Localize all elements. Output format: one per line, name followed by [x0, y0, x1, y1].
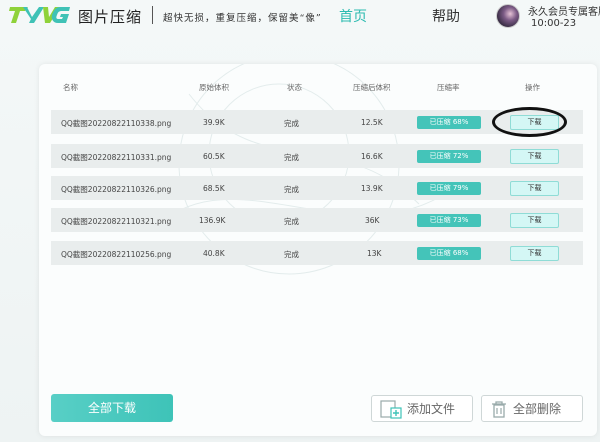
rate-badge: 已压缩 72%	[417, 150, 481, 163]
file-name: QQ截图20220822110326.png	[61, 185, 172, 194]
download-button[interactable]: 下载	[510, 181, 559, 196]
original-size: 136.9K	[199, 216, 226, 225]
file-name: QQ截图20220822110338.png	[61, 119, 172, 128]
compressed-size: 12.5K	[361, 118, 383, 127]
download-all-button[interactable]: 全部下载	[51, 394, 173, 422]
rate-badge: 已压缩 79%	[417, 182, 481, 195]
avatar[interactable]	[496, 4, 520, 28]
rate-badge: 已压缩 73%	[417, 214, 481, 227]
compressed-size: 13K	[367, 249, 382, 258]
download-button[interactable]: 下载	[510, 246, 559, 261]
col-compressed-size: 压缩后体积	[353, 83, 391, 92]
original-size: 60.5K	[203, 152, 225, 161]
rate-badge: 已压缩 68%	[417, 247, 481, 260]
compressed-size: 16.6K	[361, 152, 383, 161]
app-slogan: 超快无损，重复压缩，保留美“像”	[163, 13, 322, 24]
add-file-icon	[380, 399, 402, 419]
table-row: QQ截图20220822110331.png 60.5K 完成 16.6K 已压…	[51, 144, 583, 168]
status: 完成	[284, 153, 299, 162]
file-name: QQ截图20220822110321.png	[61, 217, 172, 226]
col-status: 状态	[287, 83, 302, 92]
app-title: 图片压缩	[78, 8, 143, 26]
customer-service-label[interactable]: 永久会员专属客服	[528, 3, 600, 18]
status: 完成	[284, 217, 299, 226]
app-logo[interactable]	[8, 4, 72, 26]
compressed-size: 13.9K	[361, 184, 383, 193]
download-button[interactable]: 下载	[510, 149, 559, 164]
delete-all-label: 全部删除	[513, 402, 562, 416]
compressed-size: 36K	[365, 216, 380, 225]
status: 完成	[284, 185, 299, 194]
highlight-circle-annotation	[492, 107, 567, 137]
add-file-button[interactable]: 添加文件	[371, 395, 473, 422]
download-button[interactable]: 下载	[510, 213, 559, 228]
table-row: QQ截图20220822110256.png 40.8K 完成 13K 已压缩 …	[51, 241, 583, 265]
nav-home[interactable]: 首页	[339, 6, 367, 26]
col-rate: 压缩率	[437, 83, 460, 92]
col-name: 名称	[63, 83, 78, 92]
file-name: QQ截图20220822110331.png	[61, 153, 172, 162]
nav-help[interactable]: 帮助	[432, 6, 460, 26]
table-row: QQ截图20220822110321.png 136.9K 完成 36K 已压缩…	[51, 208, 583, 232]
file-list-panel: 名称 原始体积 状态 压缩后体积 压缩率 操作 QQ截图202208221103…	[39, 64, 597, 436]
rate-badge: 已压缩 68%	[417, 116, 481, 129]
title-divider	[152, 6, 153, 24]
top-header: 图片压缩 超快无损，重复压缩，保留美“像” 首页 帮助 永久会员专属客服 10:…	[0, 0, 600, 42]
add-file-label: 添加文件	[407, 402, 456, 416]
status: 完成	[284, 119, 299, 128]
table-row: QQ截图20220822110326.png 68.5K 完成 13.9K 已压…	[51, 176, 583, 200]
delete-all-button[interactable]: 全部删除	[481, 395, 583, 422]
col-action: 操作	[525, 83, 540, 92]
status: 完成	[284, 250, 299, 259]
table-header: 名称 原始体积 状态 压缩后体积 压缩率 操作	[39, 82, 597, 98]
original-size: 40.8K	[203, 249, 225, 258]
file-name: QQ截图20220822110256.png	[61, 250, 172, 259]
col-original-size: 原始体积	[199, 83, 229, 92]
service-hours: 10:00-23	[531, 18, 577, 29]
trash-icon	[492, 400, 506, 418]
original-size: 39.9K	[203, 118, 225, 127]
original-size: 68.5K	[203, 184, 225, 193]
